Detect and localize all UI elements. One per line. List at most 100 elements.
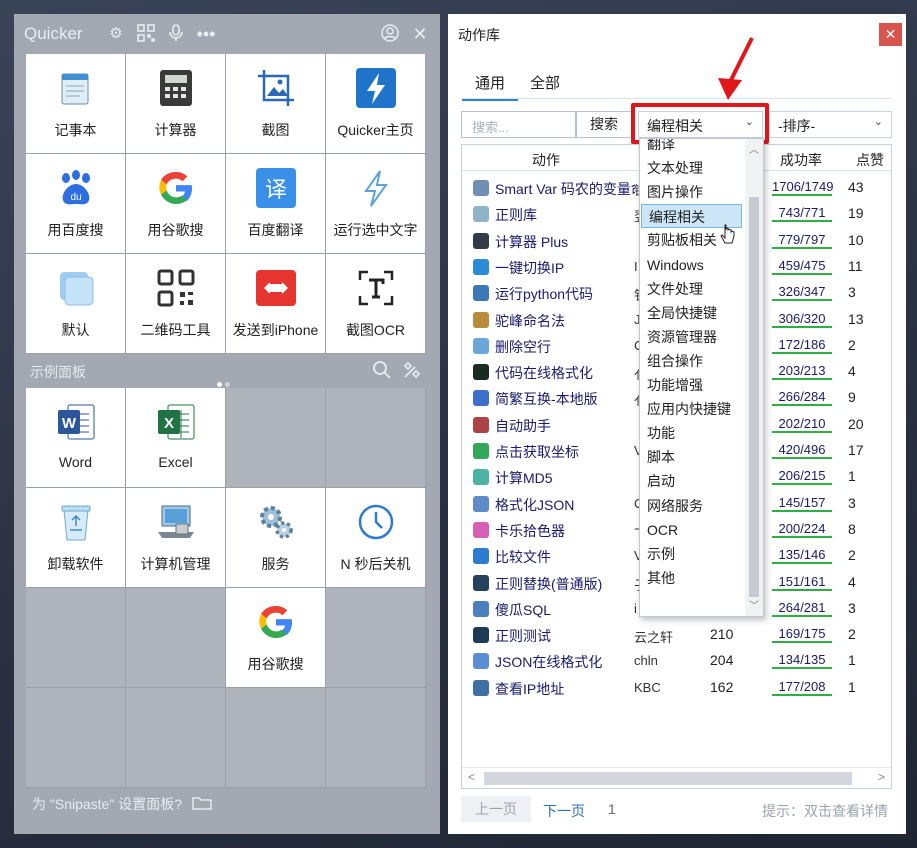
folder-icon[interactable] (192, 796, 212, 812)
action-name: 删除空行 (495, 338, 551, 355)
dropdown-option[interactable]: OCR (640, 518, 744, 542)
microphone-icon[interactable] (166, 24, 186, 44)
action-shutdown-timer[interactable]: N 秒后关机 (326, 488, 426, 588)
action-google-search[interactable]: 用谷歌搜 (126, 154, 226, 254)
dropdown-option[interactable]: Windows (640, 253, 744, 277)
horizontal-scrollbar[interactable]: < > (462, 767, 891, 788)
dropdown-option[interactable]: 组合操作 (640, 349, 744, 373)
dropdown-option[interactable]: 资源管理器 (640, 325, 744, 349)
empty-slot[interactable] (326, 588, 426, 688)
scrollbar-thumb[interactable] (484, 772, 852, 785)
action-services[interactable]: 服务 (226, 488, 326, 588)
dropdown-scroll-thumb[interactable] (749, 197, 759, 597)
empty-slot[interactable] (26, 588, 126, 688)
action-quicker-home[interactable]: Quicker主页 (326, 54, 426, 154)
google-icon (259, 605, 292, 638)
tab-general[interactable]: 通用 (462, 72, 518, 101)
action-google-search-2[interactable]: 用谷歌搜 (226, 588, 326, 688)
action-name: 查看IP地址 (495, 680, 565, 697)
next-page-button[interactable]: 下一页 (543, 801, 585, 821)
mouse-pointer-icon (720, 224, 735, 244)
computer-management-icon (158, 505, 194, 538)
dropdown-option[interactable]: 文本处理 (640, 156, 744, 180)
search-icon[interactable] (372, 360, 392, 380)
dropdown-option[interactable]: 其他 (640, 566, 744, 590)
user-avatar-icon[interactable] (380, 24, 400, 44)
empty-slot[interactable] (226, 388, 326, 488)
action-word[interactable]: W Word (26, 388, 126, 488)
success-rate: 420/496 (772, 442, 832, 459)
dropdown-option[interactable]: 脚本 (640, 445, 744, 469)
action-library-window: 动作库 ✕ 通用 全部 搜索... 搜索 编程相关 ⌄ -排序- ⌄ 动作 成功… (448, 14, 906, 834)
action-name: 正则库 (495, 207, 537, 224)
action-name: 卡乐拾色器 (495, 522, 565, 539)
settings-gear-icon[interactable]: ⚙ (106, 24, 126, 44)
chevron-up-icon[interactable]: ︿ (749, 141, 759, 156)
sample-action-grid: W Word X Excel 卸载软件 计算机管理 服务 N 秒后关机 用谷歌搜 (26, 388, 426, 788)
action-baidu-translate[interactable]: 译 百度翻译 (226, 154, 326, 254)
like-count: 3 (848, 599, 856, 616)
action-icon (473, 548, 489, 565)
dropdown-scrollbar[interactable]: ︿ ﹀ (745, 139, 763, 616)
column-success-rate[interactable]: 成功率 (780, 150, 822, 170)
scroll-left-icon[interactable]: < (468, 770, 475, 784)
panel-footer-prompt[interactable]: 为 "Snipaste" 设置面板? (32, 794, 212, 814)
empty-slot[interactable] (326, 388, 426, 488)
close-button[interactable]: ✕ (879, 23, 902, 46)
dropdown-option[interactable]: 示例 (640, 542, 744, 566)
like-count: 4 (848, 363, 856, 380)
action-computer-management[interactable]: 计算机管理 (126, 488, 226, 588)
success-rate: 306/320 (772, 311, 832, 328)
table-row[interactable]: 正则测试 云之轩 210 169/175 2 (462, 622, 891, 648)
action-screenshot[interactable]: 截图 (226, 54, 326, 154)
dropdown-option[interactable]: 启动 (640, 469, 744, 493)
set-panel-text[interactable]: 为 "Snipaste" 设置面板? (32, 796, 182, 812)
column-likes[interactable]: 点赞 (856, 150, 884, 170)
action-calculator[interactable]: 计算器 (126, 54, 226, 154)
action-name: 计算器 Plus (495, 233, 569, 250)
dropdown-option[interactable]: 网络服务 (640, 494, 744, 518)
scroll-right-icon[interactable]: > (878, 770, 885, 784)
sort-select[interactable]: -排序- ⌄ (769, 111, 892, 138)
like-count: 1 (848, 468, 856, 485)
action-notepad[interactable]: 记事本 (26, 54, 126, 154)
table-row[interactable]: 查看IP地址 KBC 162 177/208 1 (462, 675, 891, 701)
hint-text: 提示：双击查看详情 (762, 803, 888, 819)
empty-slot[interactable] (226, 688, 326, 788)
dropdown-option[interactable]: 应用内快捷键 (640, 397, 744, 421)
dropdown-option[interactable]: 功能增强 (640, 373, 744, 397)
chevron-down-icon[interactable]: ﹀ (749, 597, 759, 612)
tools-icon[interactable] (402, 360, 422, 380)
column-action[interactable]: 动作 (532, 150, 560, 170)
dropdown-option[interactable]: 全局快捷键 (640, 301, 744, 325)
action-baidu-search[interactable]: du 用百度搜 (26, 154, 126, 254)
action-excel[interactable]: X Excel (126, 388, 226, 488)
action-default[interactable]: 默认 (26, 254, 126, 354)
more-options-icon[interactable]: ••• (196, 24, 216, 44)
action-qrcode-tool[interactable]: 二维码工具 (126, 254, 226, 354)
empty-slot[interactable] (126, 588, 226, 688)
close-icon[interactable]: ✕ (410, 24, 430, 44)
action-send-to-iphone[interactable]: 发送到iPhone (226, 254, 326, 354)
calculator-icon (160, 70, 192, 106)
qrcode-icon[interactable] (136, 24, 156, 44)
empty-slot[interactable] (26, 688, 126, 788)
search-button[interactable]: 搜索 (576, 111, 632, 138)
dropdown-option[interactable]: 翻译 (640, 139, 744, 156)
action-icon (473, 416, 489, 433)
empty-slot[interactable] (126, 688, 226, 788)
success-rate: 172/186 (772, 337, 832, 354)
tab-all[interactable]: 全部 (530, 72, 560, 93)
dropdown-option[interactable]: 功能 (640, 421, 744, 445)
like-count: 10 (848, 231, 864, 248)
empty-slot[interactable] (326, 688, 426, 788)
like-count: 1 (848, 652, 856, 669)
action-run-selected-text[interactable]: 运行选中文字 (326, 154, 426, 254)
action-screenshot-ocr[interactable]: 截图OCR (326, 254, 426, 354)
action-uninstall-software[interactable]: 卸载软件 (26, 488, 126, 588)
table-row[interactable]: JSON在线格式化 chln 204 134/135 1 (462, 648, 891, 674)
dropdown-option[interactable]: 图片操作 (640, 180, 744, 204)
prev-page-button[interactable]: 上一页 (461, 796, 531, 822)
search-input[interactable]: 搜索... (461, 111, 576, 138)
dropdown-option[interactable]: 文件处理 (640, 277, 744, 301)
